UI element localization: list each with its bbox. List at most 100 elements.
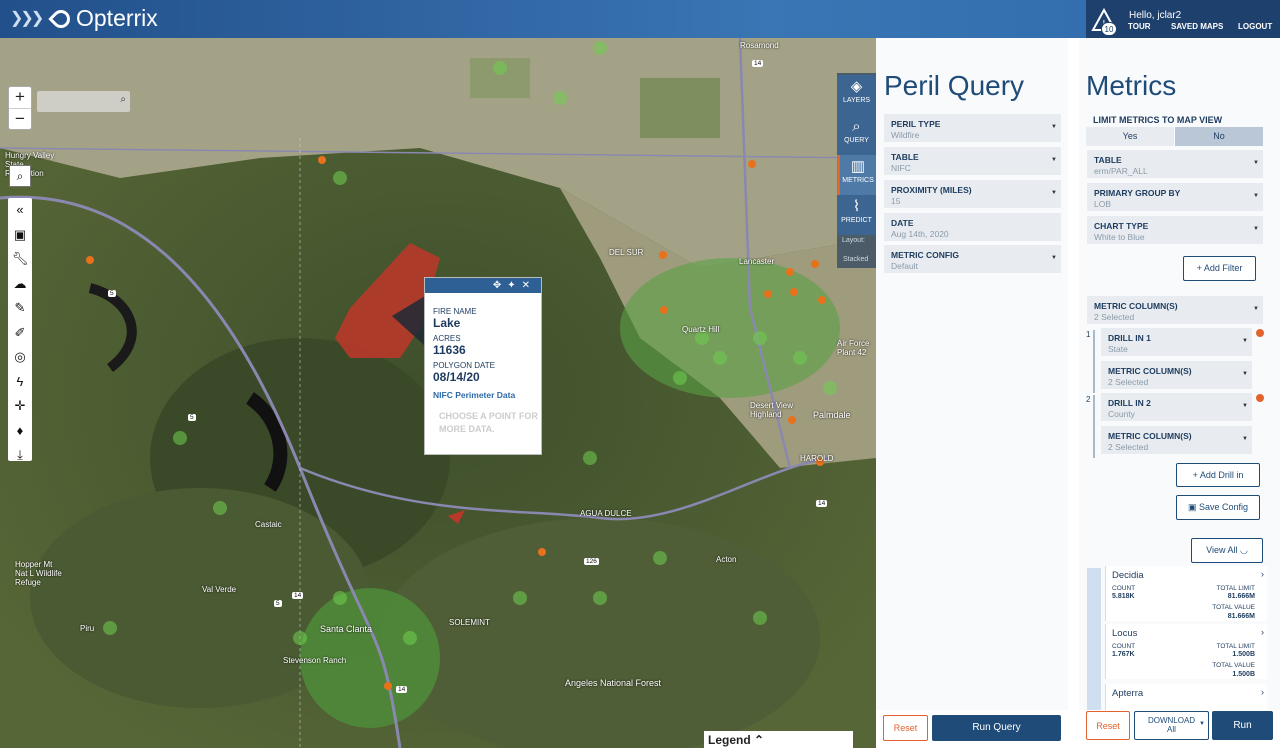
highway-shield: 14 <box>396 686 408 693</box>
count-label: COUNT <box>1112 643 1136 650</box>
chevron-right-icon[interactable]: › <box>1261 687 1264 697</box>
lightning-icon[interactable]: ϟ <box>8 370 32 395</box>
proximity-select[interactable]: PROXIMITY (MILES) 15 ▼ <box>884 180 1061 208</box>
nifc-link[interactable]: NIFC Perimeter Data <box>433 390 541 400</box>
add-filter-button[interactable]: + Add Filter <box>1183 256 1256 281</box>
remove-drill-icon[interactable] <box>1256 329 1264 337</box>
collapse-icon[interactable]: « <box>8 198 32 223</box>
drill-1-metric-columns[interactable]: METRIC COLUMN(S) 2 Selected ▼ <box>1101 361 1252 389</box>
date-field[interactable]: DATE Aug 14th, 2020 <box>884 213 1061 241</box>
map-view[interactable]: Rosamond Hungry Valley State Recreation … <box>0 38 876 748</box>
metric-card-locus[interactable]: Locus COUNT 1.767K TOTAL LIMIT 1.500B TO… <box>1105 624 1267 679</box>
dropdown-icon: ▼ <box>1051 124 1057 130</box>
map-label: Hopper Mt Nat L Wildlife Refuge <box>15 560 62 587</box>
fire-name: Lake <box>433 316 461 330</box>
nav-logout[interactable]: LOGOUT <box>1238 22 1272 31</box>
metric-config-select[interactable]: METRIC CONFIG Default ▼ <box>884 245 1061 273</box>
layers-tab[interactable]: ◈ LAYERS <box>837 75 876 115</box>
count-label: COUNT <box>1112 585 1136 592</box>
save-icon[interactable]: ▣ <box>8 223 32 248</box>
view-all-button[interactable]: View All ◡ <box>1191 538 1263 563</box>
field-value: erm/PAR_ALL <box>1094 166 1148 176</box>
save-config-button[interactable]: ▣ Save Config <box>1176 495 1260 520</box>
primary-group-select[interactable]: PRIMARY GROUP BY LOB ▼ <box>1087 183 1263 211</box>
field-label: DRILL IN 1 <box>1108 333 1151 343</box>
target-icon[interactable]: ◎ <box>8 345 32 370</box>
metric-card-apterra[interactable]: Apterra › <box>1105 684 1267 710</box>
layout-label: Layout: <box>842 237 865 244</box>
table-select[interactable]: TABLE NIFC ▼ <box>884 147 1061 175</box>
search-icon[interactable]: ⌕ <box>120 94 126 105</box>
peril-title: Peril Query <box>884 70 1025 101</box>
move-icon[interactable]: ✥ <box>493 280 507 291</box>
map-label: Desert View Highland <box>750 401 793 419</box>
predict-tab[interactable]: ⌇ PREDICT <box>837 195 876 235</box>
metrics-label: METRICS <box>842 177 874 184</box>
wrench-icon[interactable]: 🔧︎ <box>8 247 32 272</box>
nav-saved-maps[interactable]: SAVED MAPS <box>1171 22 1223 31</box>
metrics-table-select[interactable]: TABLE erm/PAR_ALL ▼ <box>1087 150 1263 178</box>
zoom-out-button[interactable]: − <box>9 109 31 131</box>
total-value-value: 81.666M <box>1227 613 1255 620</box>
crosshair-icon[interactable]: ✛ <box>8 394 32 419</box>
peril-reset-button[interactable]: Reset <box>883 715 928 741</box>
chevron-right-icon[interactable]: › <box>1261 569 1264 579</box>
chart-type-select[interactable]: CHART TYPE White to Blue ▼ <box>1087 216 1263 244</box>
draw-icon[interactable]: ✎ <box>8 296 32 321</box>
map-label: Castaic <box>255 520 282 529</box>
add-drill-in-button[interactable]: + Add Drill in <box>1176 463 1260 487</box>
field-value: LOB <box>1094 199 1112 209</box>
limit-no-toggle[interactable]: No <box>1175 127 1263 146</box>
twitter-icon[interactable]: ♦ <box>8 419 32 444</box>
metrics-reset-button[interactable]: Reset <box>1086 711 1130 740</box>
expand-menu-icon[interactable]: ❯❯❯ <box>10 8 44 28</box>
eye-icon: ◡ <box>1240 545 1248 555</box>
total-limit-value: 81.666M <box>1227 593 1255 600</box>
close-icon[interactable]: ✕ <box>522 280 536 291</box>
chevron-right-icon[interactable]: › <box>1261 627 1264 637</box>
layers-label: LAYERS <box>842 97 871 104</box>
field-value: 15 <box>891 196 901 206</box>
run-query-button[interactable]: Run Query <box>932 715 1061 741</box>
metrics-tab[interactable]: ▥ METRICS <box>837 155 876 195</box>
query-tab[interactable]: ⌕ QUERY <box>837 115 876 155</box>
peril-type-select[interactable]: PERIL TYPE Wildfire ▼ <box>884 114 1061 142</box>
alert-count-badge: 10 <box>1101 22 1117 36</box>
predict-icon: ⌇ <box>852 198 861 215</box>
limit-label: LIMIT METRICS TO MAP VIEW <box>1093 115 1223 125</box>
edit-icon[interactable]: ✐ <box>8 321 32 346</box>
drill-number: 2 <box>1086 395 1091 404</box>
query-icon: ⌕ <box>852 118 861 135</box>
dropdown-icon: ▼ <box>1253 193 1259 199</box>
popup-pointer <box>392 296 425 346</box>
zoom-in-button[interactable]: + <box>9 87 31 109</box>
legend-button[interactable]: Legend ⌃ <box>704 731 853 748</box>
zoom-search-icon[interactable]: ⌕ <box>9 165 31 187</box>
download-select[interactable]: DOWNLOAD All ▼ <box>1134 711 1209 740</box>
field-label: METRIC CONFIG <box>891 250 959 260</box>
map-search-input[interactable]: ⌕ <box>37 91 130 112</box>
field-label: PERIL TYPE <box>891 119 941 129</box>
layout-value[interactable]: Stacked <box>843 256 868 263</box>
drill-2-metric-columns[interactable]: METRIC COLUMN(S) 2 Selected ▼ <box>1101 426 1252 454</box>
limit-yes-toggle[interactable]: Yes <box>1086 127 1174 146</box>
total-limit-label: TOTAL LIMIT <box>1216 643 1255 650</box>
download-label: DOWNLOAD <box>1147 716 1196 725</box>
pin-icon[interactable]: ✦ <box>507 280 521 291</box>
nav-tour[interactable]: TOUR <box>1128 22 1151 31</box>
remove-drill-icon[interactable] <box>1256 394 1264 402</box>
metric-columns-select[interactable]: METRIC COLUMN(S) 2 Selected ▼ <box>1087 296 1263 324</box>
drill-in-2-select[interactable]: DRILL IN 2 County ▼ <box>1101 393 1252 421</box>
run-button[interactable]: Run <box>1212 711 1273 740</box>
download-icon[interactable]: ⤓ <box>8 443 32 468</box>
save-config-label: Save Config <box>1199 502 1249 512</box>
field-value: State <box>1108 344 1128 354</box>
predict-label: PREDICT <box>841 217 872 224</box>
field-value: Default <box>891 261 918 271</box>
metric-card-decidia[interactable]: Decidia COUNT 5.818K TOTAL LIMIT 81.666M… <box>1105 566 1267 621</box>
metrics-title: Metrics <box>1086 70 1177 101</box>
cloud-icon[interactable]: ☁ <box>8 272 32 297</box>
acres-value: 11636 <box>433 343 466 357</box>
field-label: METRIC COLUMN(S) <box>1094 301 1178 311</box>
drill-in-1-select[interactable]: DRILL IN 1 State ▼ <box>1101 328 1252 356</box>
